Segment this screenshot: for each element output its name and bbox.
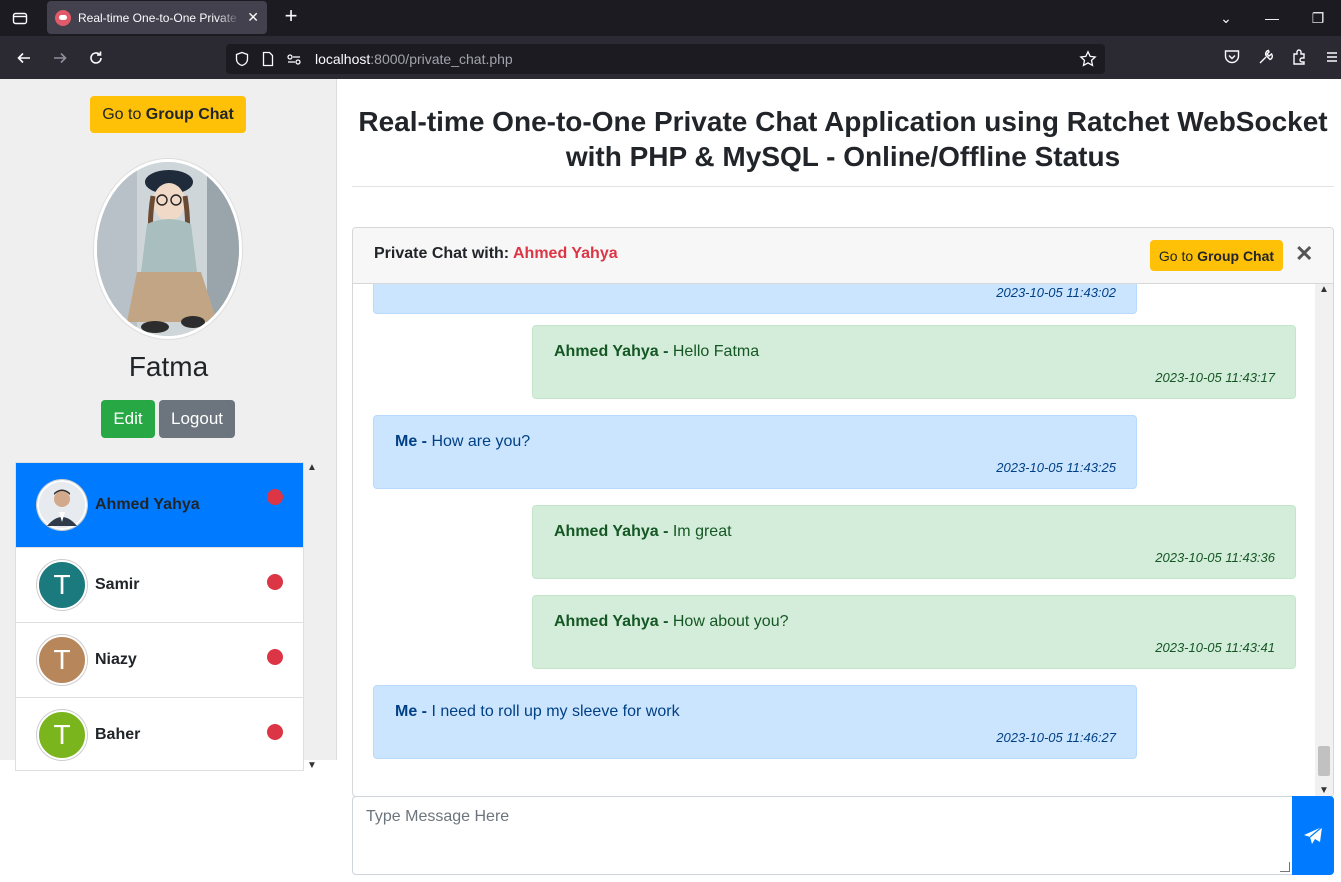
- chat-partner-name: Ahmed Yahya: [512, 245, 618, 262]
- tab-title: Real-time One-to-One Private Chat: [78, 10, 241, 25]
- wrench-icon[interactable]: [1257, 48, 1275, 71]
- restore-icon[interactable]: ❐: [1295, 10, 1341, 27]
- message-them: Ahmed Yahya - Im great 2023-10-05 11:43:…: [532, 505, 1296, 579]
- message-sender: Me: [395, 433, 418, 450]
- url-bar[interactable]: localhost:8000/private_chat.php: [226, 44, 1105, 74]
- close-chat-icon[interactable]: ✕: [1295, 242, 1313, 266]
- browser-tab-active[interactable]: Real-time One-to-One Private Chat ✕: [47, 1, 267, 34]
- message-time: 2023-10-05 11:43:17: [1155, 370, 1275, 385]
- message-them: Ahmed Yahya - How about you? 2023-10-05 …: [532, 595, 1296, 669]
- message-sender: Me: [395, 703, 418, 720]
- chat-header: Private Chat with: Ahmed Yahya Go to Gro…: [353, 228, 1333, 284]
- browser-tab-bar: Real-time One-to-One Private Chat ✕ + ⌄ …: [0, 0, 1341, 36]
- scroll-down-icon[interactable]: ▼: [1315, 785, 1333, 796]
- message-time: 2023-10-05 11:43:02: [996, 285, 1116, 300]
- scroll-down-icon[interactable]: ▼: [305, 760, 319, 771]
- message-text: Im great: [672, 523, 732, 540]
- message-time: 2023-10-05 11:43:25: [996, 460, 1116, 475]
- user-list-name: Ahmed Yahya: [95, 496, 200, 513]
- message-time: 2023-10-05 11:46:27: [996, 730, 1116, 745]
- avatar: T: [37, 635, 87, 685]
- new-tab-icon[interactable]: +: [280, 5, 302, 28]
- message-me: 2023-10-05 11:43:02: [373, 284, 1137, 314]
- message-list-scrollbar[interactable]: ▲ ▼: [1315, 284, 1333, 796]
- user-list-name: Baher: [95, 726, 141, 743]
- message-me: Me - I need to roll up my sleeve for wor…: [373, 685, 1137, 759]
- sidebar-group-chat-button[interactable]: Go to Group Chat: [90, 96, 246, 133]
- favicon-icon: [55, 9, 71, 26]
- offline-status-dot: [267, 724, 283, 740]
- message-time: 2023-10-05 11:43:41: [1155, 640, 1275, 655]
- avatar: T: [37, 710, 87, 760]
- scroll-up-icon[interactable]: ▲: [1315, 284, 1333, 295]
- offline-status-dot: [267, 649, 283, 665]
- message-input-placeholder: Type Message Here: [366, 808, 510, 825]
- message-text: I need to roll up my sleeve for work: [431, 703, 680, 720]
- user-list-item-niazy[interactable]: T Niazy: [16, 623, 303, 698]
- logout-button[interactable]: Logout: [159, 400, 235, 438]
- url-text: localhost:8000/private_chat.php: [315, 51, 513, 67]
- scroll-up-icon[interactable]: ▲: [305, 462, 319, 473]
- send-button[interactable]: [1292, 796, 1334, 875]
- message-me: Me - How are you? 2023-10-05 11:43:25: [373, 415, 1137, 489]
- header-group-chat-button[interactable]: Go to Group Chat: [1150, 240, 1283, 271]
- offline-status-dot: [267, 574, 283, 590]
- reload-icon[interactable]: [84, 46, 108, 70]
- current-user-name: Fatma: [128, 351, 209, 382]
- menu-icon[interactable]: [1325, 48, 1337, 71]
- offline-status-dot: [267, 489, 283, 505]
- page-title: Real-time One-to-One Private Chat Applic…: [358, 106, 1328, 172]
- resize-grip-icon[interactable]: [1280, 862, 1290, 872]
- user-list-name: Samir: [95, 576, 140, 593]
- main-area: Real-time One-to-One Private Chat Applic…: [352, 79, 1341, 882]
- chat-card: Private Chat with: Ahmed Yahya Go to Gro…: [352, 227, 1334, 797]
- message-time: 2023-10-05 11:43:36: [1155, 550, 1275, 565]
- chat-header-title: Private Chat with: Ahmed Yahya: [374, 245, 618, 262]
- avatar: [37, 480, 87, 530]
- message-list: 2023-10-05 11:43:02 Ahmed Yahya - Hello …: [353, 284, 1315, 796]
- user-list-item-baher[interactable]: T Baher: [16, 698, 303, 770]
- message-sender: Ahmed Yahya: [554, 343, 659, 360]
- message-text: How are you?: [431, 433, 531, 450]
- pocket-icon[interactable]: [1223, 48, 1241, 71]
- user-list: Ahmed Yahya T Samir T Niazy T Baher: [15, 462, 304, 771]
- list-all-tabs-icon[interactable]: ⌄: [1203, 10, 1249, 27]
- message-text: Hello Fatma: [672, 343, 760, 360]
- page-content: Go to Group Chat Fatma Edit Logout Ahmed…: [0, 79, 1341, 882]
- forward-icon[interactable]: [48, 46, 72, 70]
- user-list-item-samir[interactable]: T Samir: [16, 548, 303, 623]
- minimize-icon[interactable]: —: [1249, 10, 1295, 26]
- message-input[interactable]: Type Message Here: [352, 796, 1293, 875]
- message-sender: Ahmed Yahya: [554, 613, 659, 630]
- divider: [352, 186, 1334, 187]
- avatar: T: [37, 560, 87, 610]
- tab-close-icon[interactable]: ✕: [247, 9, 259, 26]
- bookmark-star-icon[interactable]: [1079, 50, 1097, 73]
- paper-plane-icon: [1304, 826, 1323, 844]
- user-list-item-ahmed-yahya[interactable]: Ahmed Yahya: [16, 463, 303, 548]
- extensions-icon[interactable]: [1291, 48, 1309, 71]
- message-them: Ahmed Yahya - Hello Fatma 2023-10-05 11:…: [532, 325, 1296, 399]
- user-list-scrollbar[interactable]: ▲ ▼: [305, 462, 319, 771]
- message-text: How about you?: [672, 613, 789, 630]
- message-sender: Ahmed Yahya: [554, 523, 659, 540]
- page-icon[interactable]: [260, 51, 276, 72]
- user-list-name: Niazy: [95, 651, 137, 668]
- back-icon[interactable]: [12, 46, 36, 70]
- site-permissions-icon[interactable]: [286, 51, 302, 72]
- tab-list-icon[interactable]: [8, 6, 32, 30]
- edit-profile-button[interactable]: Edit: [101, 400, 155, 438]
- scrollbar-thumb[interactable]: [1318, 746, 1330, 776]
- profile-avatar: [94, 159, 242, 339]
- shield-icon[interactable]: [234, 51, 250, 72]
